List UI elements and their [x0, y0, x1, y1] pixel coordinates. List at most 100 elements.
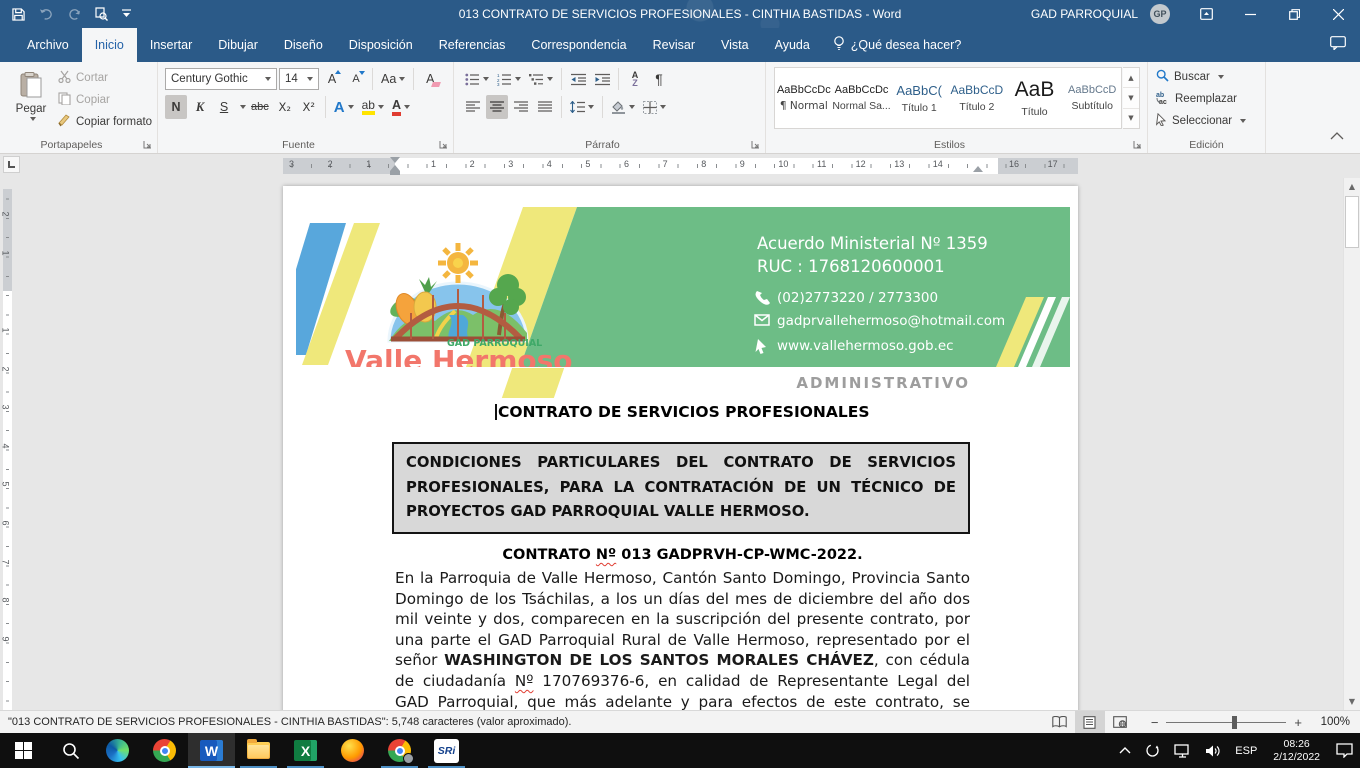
underline-caret[interactable] — [240, 105, 246, 109]
read-mode-button[interactable] — [1045, 711, 1075, 733]
tab-inicio[interactable]: Inicio — [82, 28, 137, 62]
tab-archivo[interactable]: Archivo — [14, 28, 82, 62]
style-titulo[interactable]: AaBTítulo — [1006, 68, 1064, 128]
restore-button[interactable] — [1272, 0, 1316, 28]
taskbar-chrome-icon[interactable] — [141, 733, 188, 768]
cut-button[interactable]: Cortar — [58, 68, 152, 87]
tab-stop-selector[interactable] — [3, 156, 20, 173]
start-button[interactable] — [0, 733, 47, 768]
taskbar-firefox-icon[interactable] — [329, 733, 376, 768]
zoom-level[interactable]: 100% — [1312, 716, 1350, 728]
vertical-scrollbar[interactable]: ▲ ▼ — [1343, 178, 1360, 710]
paste-button[interactable]: Pegar — [8, 68, 54, 134]
network-icon[interactable] — [1167, 733, 1198, 768]
underline-button[interactable]: S — [213, 95, 235, 119]
print-layout-button[interactable] — [1075, 711, 1105, 733]
decrease-indent-button[interactable] — [567, 67, 589, 91]
customize-qat-icon[interactable] — [122, 9, 131, 19]
styles-scroll-up[interactable]: ▲ — [1123, 68, 1139, 88]
document-page[interactable]: GAD PARROQUIAL Valle Hermoso Acuerdo Min… — [283, 186, 1078, 710]
styles-gallery-more[interactable]: ▼ — [1123, 109, 1139, 128]
scrollbar-thumb[interactable] — [1345, 196, 1359, 248]
parrafo-dialog-launcher[interactable] — [750, 139, 761, 150]
scroll-up-arrow[interactable]: ▲ — [1344, 178, 1360, 195]
align-center-button[interactable] — [486, 95, 508, 119]
tab-dibujar[interactable]: Dibujar — [205, 28, 271, 62]
taskbar-word-icon[interactable]: W — [188, 733, 235, 768]
taskbar-edge-icon[interactable] — [94, 733, 141, 768]
numbering-button[interactable]: 123 — [494, 67, 524, 91]
highlight-button[interactable]: ab — [359, 95, 387, 119]
align-left-button[interactable] — [462, 95, 484, 119]
find-button[interactable]: Buscar — [1156, 68, 1246, 86]
clock[interactable]: 08:26 2/12/2022 — [1264, 733, 1329, 768]
zoom-slider[interactable]: − + — [1151, 715, 1302, 730]
bold-button[interactable]: N — [165, 95, 187, 119]
tab-referencias[interactable]: Referencias — [426, 28, 519, 62]
format-painter-button[interactable]: Copiar formato — [58, 112, 152, 131]
show-hidden-icons-chevron[interactable] — [1112, 733, 1138, 768]
estilos-dialog-launcher[interactable] — [1132, 139, 1143, 150]
minimize-button[interactable] — [1228, 0, 1272, 28]
style-sin-espaciado[interactable]: AaBbCcDcNormal Sa... — [833, 68, 891, 128]
taskbar-sri-icon[interactable]: SRi — [423, 733, 470, 768]
borders-button[interactable] — [640, 95, 669, 119]
portapapeles-dialog-launcher[interactable] — [142, 139, 153, 150]
taskbar-excel-icon[interactable]: X — [282, 733, 329, 768]
zoom-in-button[interactable]: + — [1294, 715, 1302, 730]
style-normal[interactable]: AaBbCcDc¶ Normal — [775, 68, 833, 128]
avatar[interactable]: GP — [1150, 4, 1170, 24]
font-name-combobox[interactable]: Century Gothic — [165, 68, 277, 90]
style-subtitulo[interactable]: AaBbCcDSubtítulo — [1063, 68, 1121, 128]
print-preview-icon[interactable] — [95, 7, 108, 21]
align-right-button[interactable] — [510, 95, 532, 119]
web-layout-button[interactable] — [1105, 711, 1135, 733]
left-indent-marker[interactable] — [390, 171, 400, 175]
line-spacing-button[interactable] — [567, 95, 597, 119]
tab-diseno[interactable]: Diseño — [271, 28, 336, 62]
show-marks-button[interactable]: ¶ — [648, 67, 670, 91]
shrink-font-button[interactable]: A — [345, 67, 367, 91]
taskbar-file-explorer-icon[interactable] — [235, 733, 282, 768]
clear-formatting-button[interactable]: A — [419, 67, 441, 91]
style-titulo-1[interactable]: AaBbC(Título 1 — [890, 68, 948, 128]
save-icon[interactable] — [12, 8, 25, 21]
onedrive-sync-icon[interactable] — [1138, 733, 1167, 768]
copy-button[interactable]: Copiar — [58, 90, 152, 109]
fuente-dialog-launcher[interactable] — [438, 139, 449, 150]
comments-icon[interactable] — [1330, 36, 1346, 55]
first-line-indent-marker[interactable] — [390, 157, 400, 163]
volume-icon[interactable] — [1198, 733, 1228, 768]
zoom-track[interactable] — [1166, 722, 1286, 723]
taskbar-chrome-profile-icon[interactable] — [376, 733, 423, 768]
tab-disposicion[interactable]: Disposición — [336, 28, 426, 62]
redo-icon[interactable] — [68, 8, 81, 21]
styles-scroll-down[interactable]: ▼ — [1123, 88, 1139, 108]
justify-button[interactable] — [534, 95, 556, 119]
tab-correspondencia[interactable]: Correspondencia — [518, 28, 639, 62]
replace-button[interactable]: abac Reemplazar — [1156, 90, 1246, 108]
font-color-button[interactable]: A — [389, 95, 413, 119]
grow-font-button[interactable]: A — [321, 67, 343, 91]
shading-button[interactable] — [608, 95, 638, 119]
bullets-button[interactable] — [462, 67, 492, 91]
language-indicator[interactable]: ESP — [1228, 733, 1264, 768]
right-indent-marker[interactable] — [973, 166, 983, 172]
font-size-combobox[interactable]: 14 — [279, 68, 319, 90]
tab-revisar[interactable]: Revisar — [640, 28, 708, 62]
superscript-button[interactable]: X² — [298, 95, 320, 119]
close-button[interactable] — [1316, 0, 1360, 28]
zoom-thumb[interactable] — [1232, 716, 1237, 729]
style-titulo-2[interactable]: AaBbCcDTítulo 2 — [948, 68, 1006, 128]
sort-button[interactable]: AZ — [624, 67, 646, 91]
text-effects-button[interactable]: A — [331, 95, 357, 119]
tell-me-box[interactable]: ¿Qué desea hacer? — [833, 28, 962, 62]
tab-ayuda[interactable]: Ayuda — [762, 28, 823, 62]
italic-button[interactable]: K — [189, 95, 211, 119]
action-center-icon[interactable] — [1329, 733, 1360, 768]
subscript-button[interactable]: X₂ — [274, 95, 296, 119]
taskbar-search-button[interactable] — [47, 733, 94, 768]
scroll-down-arrow[interactable]: ▼ — [1344, 693, 1360, 710]
multilevel-list-button[interactable] — [526, 67, 556, 91]
zoom-out-button[interactable]: − — [1151, 715, 1159, 730]
